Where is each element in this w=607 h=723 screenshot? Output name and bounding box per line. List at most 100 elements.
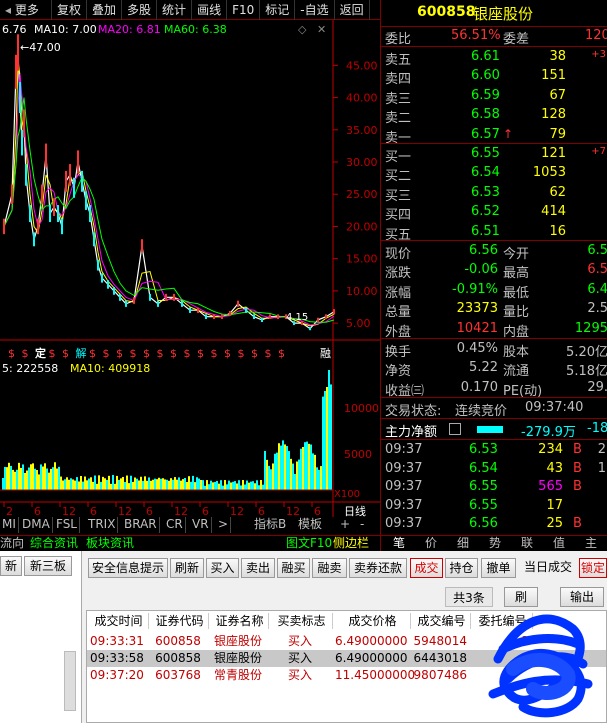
toolbar-stats[interactable]: 统计: [157, 0, 193, 20]
trade-button[interactable]: 融卖: [312, 558, 347, 578]
indicator-tab[interactable]: VR: [190, 517, 212, 533]
stat-label: 净资: [385, 364, 412, 380]
quote-tab[interactable]: 值: [545, 536, 573, 552]
event-marker[interactable]: $: [197, 347, 204, 360]
volume-bar: [294, 473, 296, 490]
trade-button[interactable]: 锁定: [579, 558, 607, 578]
trade-button[interactable]: 撤单: [481, 558, 516, 578]
quote-tab[interactable]: 价: [417, 536, 445, 552]
quote-tab[interactable]: 联: [513, 536, 541, 552]
event-marker[interactable]: $: [184, 347, 191, 360]
event-marker[interactable]: $: [211, 347, 218, 360]
event-marker[interactable]: $: [22, 347, 29, 360]
column-header[interactable]: 买卖标志: [271, 613, 333, 629]
event-marker[interactable]: $: [89, 347, 96, 360]
indicator-control[interactable]: 模板: [298, 517, 322, 533]
event-marker[interactable]: $: [62, 347, 69, 360]
indicator-tab[interactable]: DMA: [20, 517, 53, 533]
table-cell-side: 买入: [287, 634, 312, 648]
indicator-tab[interactable]: FSL: [54, 517, 80, 533]
nav-new[interactable]: 新: [0, 556, 22, 576]
trade-button[interactable]: 持仓: [445, 558, 478, 578]
indicator-control[interactable]: -: [360, 517, 364, 533]
quote-tab[interactable]: 主: [577, 536, 605, 552]
toolbar-multi-stock[interactable]: 多股: [122, 0, 158, 20]
price-ticks: 45.00 40.00 35.00 30.00 25.00 20.00 15.00 10.00…: [333, 59, 378, 330]
quote-tab[interactable]: 细: [449, 536, 477, 552]
event-marker[interactable]: $: [103, 347, 110, 360]
event-marker[interactable]: $: [8, 347, 15, 360]
trade-button[interactable]: 卖出: [241, 558, 275, 578]
volume-bar: [298, 459, 300, 490]
volume-bar: [158, 477, 160, 490]
toolbar-fuquan[interactable]: 复权: [52, 0, 88, 20]
volume-bar: [116, 475, 118, 490]
trade-button[interactable]: 当日成交: [519, 558, 577, 578]
toolbar-mark[interactable]: 标记: [260, 0, 296, 20]
indicator-control[interactable]: 指标B: [254, 517, 286, 533]
event-marker-margin[interactable]: 融: [320, 347, 331, 360]
info-icon[interactable]: [449, 423, 461, 435]
event-marker[interactable]: $: [49, 347, 56, 360]
trade-button[interactable]: 卖券还款: [349, 558, 407, 578]
price-tick-label: 20.00: [346, 220, 378, 233]
trade-button[interactable]: 成交: [410, 558, 443, 578]
trade-button[interactable]: 融买: [277, 558, 310, 578]
close-icon[interactable]: ✕: [317, 23, 326, 36]
stat-label: 收益㈢: [385, 383, 425, 399]
tab-sidebar[interactable]: 侧边栏: [333, 536, 369, 552]
quote-tab[interactable]: 笔: [385, 536, 413, 552]
level-volume: 67: [549, 87, 566, 103]
column-header[interactable]: 成交时间: [89, 613, 149, 629]
column-header[interactable]: 证券代码: [151, 613, 209, 629]
trade-button[interactable]: 安全信息提示: [88, 558, 168, 578]
event-marker[interactable]: 定: [35, 346, 46, 360]
quote-tab-strip: 笔价细势联值主: [380, 535, 607, 551]
tab-flow[interactable]: 流向: [0, 536, 24, 552]
volume-bar: [22, 464, 24, 490]
kline-chart[interactable]: 6.76 MA10: 7.00 MA20: 6.81 MA60: 6.38 ◇ …: [0, 20, 380, 535]
left-scrollbar[interactable]: [64, 651, 76, 711]
tab-f10-graphic[interactable]: 图文F10: [286, 536, 332, 552]
event-marker[interactable]: $: [116, 347, 123, 360]
toolbar-draw-line[interactable]: 画线: [192, 0, 228, 20]
stat-row: 外盘 10421 内盘 1295: [381, 320, 607, 340]
vol-tick-10000: 10000: [344, 402, 379, 415]
tab-comprehensive-news[interactable]: 综合资讯: [30, 536, 78, 552]
event-marker[interactable]: $: [157, 347, 164, 360]
indicator-tab[interactable]: MI: [0, 517, 19, 533]
quote-tab[interactable]: 势: [481, 536, 509, 552]
event-marker[interactable]: $: [251, 347, 258, 360]
event-marker[interactable]: $: [238, 347, 245, 360]
indicator-tab[interactable]: CR: [164, 517, 186, 533]
event-marker[interactable]: $: [170, 347, 177, 360]
volume-bar: [56, 468, 58, 490]
trade-button[interactable]: 刷新: [170, 558, 204, 578]
volume-legend-ma10: MA10: 409918: [70, 362, 150, 375]
toolbar-more[interactable]: ◂ 更多: [0, 0, 52, 20]
indicator-control[interactable]: +: [340, 517, 350, 533]
indicator-tab[interactable]: TRIX: [86, 517, 119, 533]
trade-button[interactable]: 买入: [206, 558, 239, 578]
toolbar-f10[interactable]: F10: [227, 0, 261, 20]
event-marker[interactable]: 解: [76, 346, 87, 360]
toolbar-overlay[interactable]: 叠加: [87, 0, 123, 20]
volume-bar: [296, 461, 298, 490]
column-header[interactable]: 证券名称: [211, 613, 269, 629]
tick-time: 09:37: [385, 497, 423, 513]
column-header[interactable]: 成交编号: [413, 613, 471, 629]
period-label[interactable]: 日线: [344, 504, 366, 518]
toolbar-back[interactable]: 返回: [335, 0, 370, 20]
event-marker[interactable]: $: [265, 347, 272, 360]
event-marker[interactable]: $: [224, 347, 231, 360]
event-marker[interactable]: $: [130, 347, 137, 360]
event-marker[interactable]: $: [278, 347, 285, 360]
indicator-tab[interactable]: >: [216, 517, 232, 533]
toolbar-remove-watchlist[interactable]: -自选: [295, 0, 335, 20]
event-marker[interactable]: $: [143, 347, 150, 360]
column-header[interactable]: 成交价格: [335, 613, 411, 629]
indicator-tab[interactable]: BRAR: [122, 517, 160, 533]
nav-neeq[interactable]: 新三板: [24, 556, 72, 576]
tab-sector-news[interactable]: 板块资讯: [86, 536, 134, 552]
diamond-icon[interactable]: ◇: [298, 23, 307, 36]
